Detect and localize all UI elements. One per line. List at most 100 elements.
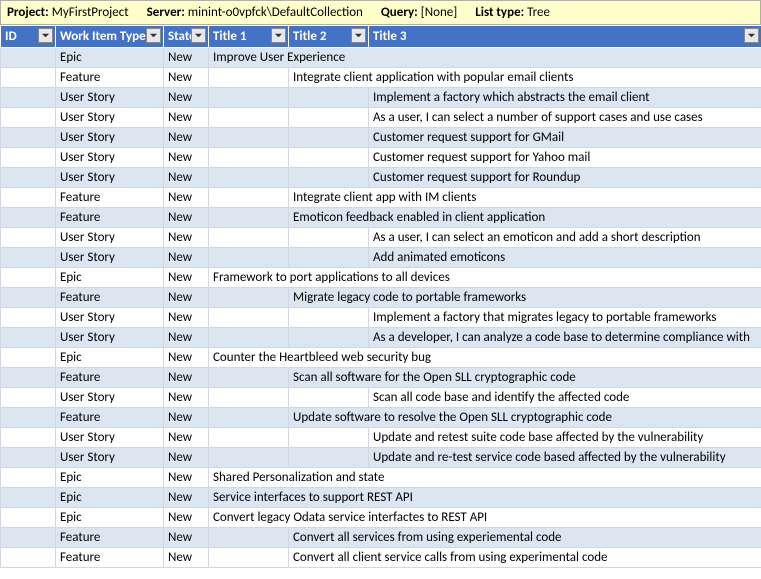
cell-type[interactable]: User Story: [56, 108, 164, 128]
table-row[interactable]: FeatureNewMigrate legacy code to portabl…: [1, 288, 761, 308]
cell-t1[interactable]: [209, 428, 289, 448]
table-row[interactable]: User StoryNewUpdate and retest suite cod…: [1, 428, 761, 448]
cell-t1[interactable]: [209, 208, 289, 228]
cell-t3[interactable]: As a user, I can select an emoticon and …: [369, 228, 761, 248]
cell-type[interactable]: Epic: [56, 48, 164, 68]
cell-state[interactable]: New: [164, 448, 209, 468]
cell-t2[interactable]: [289, 328, 369, 348]
cell-type[interactable]: User Story: [56, 88, 164, 108]
cell-t2[interactable]: [289, 308, 369, 328]
cell-type[interactable]: Feature: [56, 208, 164, 228]
cell-t1[interactable]: [209, 448, 289, 468]
cell-t2[interactable]: Emoticon feedback enabled in client appl…: [289, 208, 761, 228]
filter-title1-button[interactable]: [271, 28, 286, 43]
cell-id[interactable]: [1, 448, 56, 468]
table-row[interactable]: FeatureNewScan all software for the Open…: [1, 368, 761, 388]
table-row[interactable]: EpicNewFramework to port applications to…: [1, 268, 761, 288]
cell-id[interactable]: [1, 428, 56, 448]
cell-t2[interactable]: Convert all client service calls from us…: [289, 548, 761, 568]
cell-state[interactable]: New: [164, 328, 209, 348]
cell-state[interactable]: New: [164, 388, 209, 408]
cell-t2[interactable]: Convert all services from using experiem…: [289, 528, 761, 548]
table-row[interactable]: User StoryNewAdd animated emoticons: [1, 248, 761, 268]
cell-type[interactable]: Feature: [56, 288, 164, 308]
cell-state[interactable]: New: [164, 48, 209, 68]
cell-t1[interactable]: [209, 388, 289, 408]
cell-t1[interactable]: [209, 248, 289, 268]
cell-t1[interactable]: [209, 408, 289, 428]
cell-t3[interactable]: Implement a factory which abstracts the …: [369, 88, 761, 108]
cell-id[interactable]: [1, 488, 56, 508]
cell-state[interactable]: New: [164, 208, 209, 228]
cell-type[interactable]: User Story: [56, 308, 164, 328]
filter-title2-button[interactable]: [351, 28, 366, 43]
cell-type[interactable]: User Story: [56, 168, 164, 188]
cell-type[interactable]: Feature: [56, 548, 164, 568]
cell-t3[interactable]: Customer request support for GMail: [369, 128, 761, 148]
cell-state[interactable]: New: [164, 248, 209, 268]
cell-state[interactable]: New: [164, 428, 209, 448]
cell-state[interactable]: New: [164, 128, 209, 148]
table-row[interactable]: FeatureNewIntegrate client application w…: [1, 68, 761, 88]
table-row[interactable]: FeatureNewIntegrate client app with IM c…: [1, 188, 761, 208]
cell-type[interactable]: Epic: [56, 488, 164, 508]
cell-type[interactable]: Epic: [56, 348, 164, 368]
cell-id[interactable]: [1, 528, 56, 548]
cell-t1[interactable]: Service interfaces to support REST API: [209, 488, 761, 508]
cell-t1[interactable]: [209, 108, 289, 128]
cell-t1[interactable]: [209, 148, 289, 168]
cell-t1[interactable]: Framework to port applications to all de…: [209, 268, 761, 288]
cell-t2[interactable]: [289, 248, 369, 268]
cell-id[interactable]: [1, 508, 56, 528]
cell-id[interactable]: [1, 228, 56, 248]
cell-t1[interactable]: [209, 68, 289, 88]
cell-type[interactable]: Feature: [56, 68, 164, 88]
cell-id[interactable]: [1, 188, 56, 208]
cell-id[interactable]: [1, 68, 56, 88]
cell-type[interactable]: User Story: [56, 128, 164, 148]
cell-id[interactable]: [1, 168, 56, 188]
cell-type[interactable]: Feature: [56, 188, 164, 208]
cell-t3[interactable]: As a user, I can select a number of supp…: [369, 108, 761, 128]
cell-t2[interactable]: [289, 148, 369, 168]
table-row[interactable]: FeatureNewUpdate software to resolve the…: [1, 408, 761, 428]
cell-type[interactable]: Epic: [56, 268, 164, 288]
cell-t1[interactable]: [209, 328, 289, 348]
table-row[interactable]: User StoryNewUpdate and re-test service …: [1, 448, 761, 468]
cell-t1[interactable]: [209, 188, 289, 208]
cell-type[interactable]: User Story: [56, 148, 164, 168]
cell-id[interactable]: [1, 108, 56, 128]
cell-t3[interactable]: Customer request support for Yahoo mail: [369, 148, 761, 168]
table-row[interactable]: EpicNewService interfaces to support RES…: [1, 488, 761, 508]
cell-state[interactable]: New: [164, 88, 209, 108]
cell-type[interactable]: Feature: [56, 528, 164, 548]
cell-type[interactable]: User Story: [56, 328, 164, 348]
filter-title3-button[interactable]: [744, 28, 759, 43]
cell-state[interactable]: New: [164, 148, 209, 168]
cell-t3[interactable]: As a developer, I can analyze a code bas…: [369, 328, 761, 348]
cell-t2[interactable]: [289, 88, 369, 108]
table-row[interactable]: User StoryNewImplement a factory that mi…: [1, 308, 761, 328]
cell-id[interactable]: [1, 548, 56, 568]
cell-type[interactable]: Epic: [56, 508, 164, 528]
cell-id[interactable]: [1, 388, 56, 408]
cell-t1[interactable]: Convert legacy Odata service interfactes…: [209, 508, 761, 528]
cell-type[interactable]: User Story: [56, 228, 164, 248]
cell-state[interactable]: New: [164, 228, 209, 248]
cell-t1[interactable]: [209, 288, 289, 308]
filter-type-button[interactable]: [146, 28, 161, 43]
header-type[interactable]: Work Item Type: [56, 26, 164, 48]
cell-t1[interactable]: [209, 228, 289, 248]
cell-state[interactable]: New: [164, 108, 209, 128]
cell-t1[interactable]: [209, 308, 289, 328]
cell-state[interactable]: New: [164, 308, 209, 328]
table-row[interactable]: FeatureNewConvert all client service cal…: [1, 548, 761, 568]
cell-t2[interactable]: Scan all software for the Open SLL crypt…: [289, 368, 761, 388]
table-row[interactable]: User StoryNew Customer request support fo…: [1, 128, 761, 148]
cell-state[interactable]: New: [164, 528, 209, 548]
table-row[interactable]: User StoryNew As a developer, I can analy…: [1, 328, 761, 348]
cell-t1[interactable]: [209, 528, 289, 548]
cell-t1[interactable]: [209, 88, 289, 108]
cell-id[interactable]: [1, 88, 56, 108]
cell-state[interactable]: New: [164, 488, 209, 508]
